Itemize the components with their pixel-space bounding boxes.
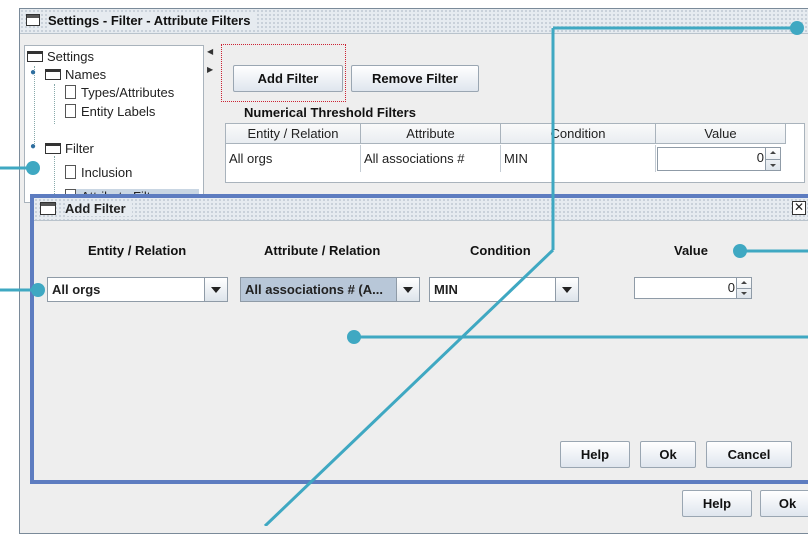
callout-overlay xyxy=(0,21,808,526)
callout-dot xyxy=(733,244,747,258)
callout-dots xyxy=(26,21,804,344)
callout-dot xyxy=(31,283,45,297)
callout-dot xyxy=(26,161,40,175)
callout-line xyxy=(263,248,555,526)
callout-dot xyxy=(790,21,804,35)
callout-lines xyxy=(0,26,808,526)
callout-dot xyxy=(347,330,361,344)
